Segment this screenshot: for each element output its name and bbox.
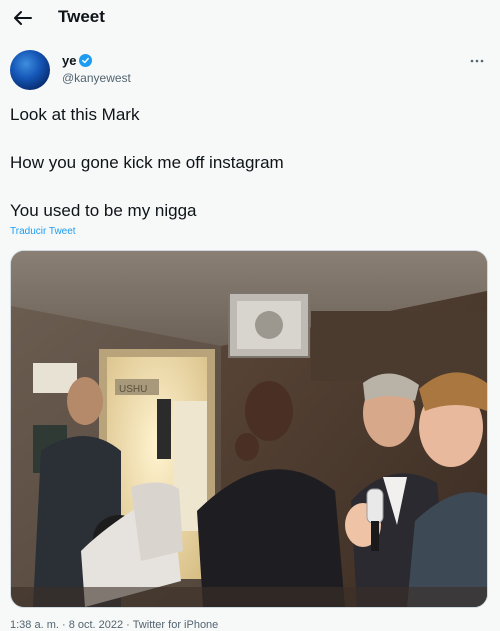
display-name-text: ye <box>62 53 77 68</box>
top-bar: Tweet <box>0 0 500 38</box>
back-button[interactable] <box>8 4 38 32</box>
tweet-line: Look at this Mark <box>10 105 140 124</box>
sign-text: USHU <box>119 384 147 395</box>
author-name[interactable]: ye <box>62 53 93 68</box>
avatar[interactable] <box>10 50 50 90</box>
translate-tweet-link[interactable]: Traducir Tweet <box>10 226 76 237</box>
author-handle[interactable]: @kanyewest <box>62 71 131 85</box>
page-title: Tweet <box>58 7 105 26</box>
tweet-photo[interactable]: USHU <box>10 250 488 608</box>
photo-illustration: USHU <box>11 251 487 607</box>
tweet-line: How you gone kick me off instagram <box>10 153 284 172</box>
arrow-left-icon <box>14 11 32 25</box>
more-icon <box>470 59 484 63</box>
tweet-author: ye @kanyewest <box>10 50 490 94</box>
more-button[interactable] <box>466 52 488 70</box>
tweet-timestamp[interactable]: 1:38 a. m. · 8 oct. 2022 · Twitter for i… <box>10 619 218 631</box>
tweet-line: You used to be my nigga <box>10 201 197 220</box>
verified-badge-icon <box>79 54 93 67</box>
